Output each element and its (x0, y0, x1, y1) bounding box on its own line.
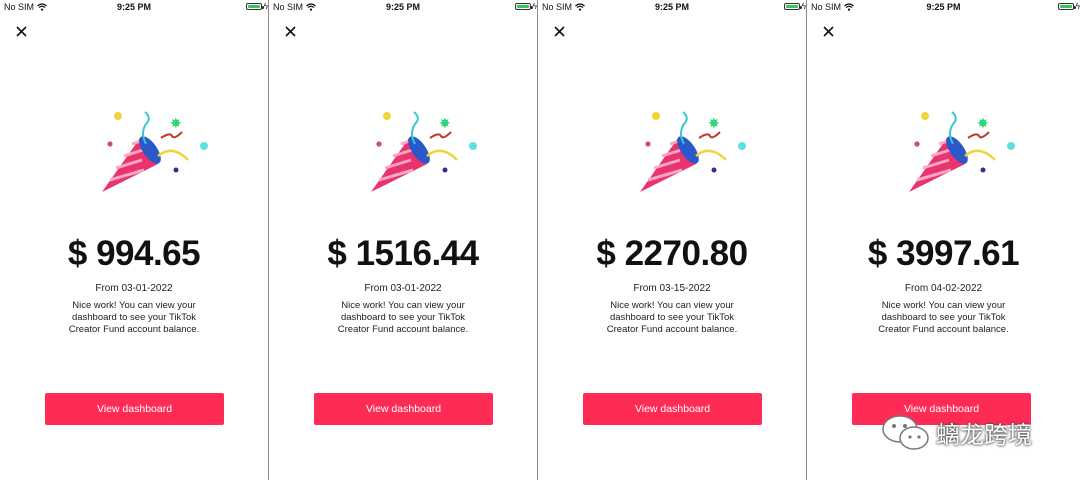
status-time: 9:25 PM (116, 2, 151, 12)
view-dashboard-button[interactable]: View dashboard (583, 393, 762, 425)
party-popper-icon: ✸ (102, 111, 208, 192)
info-message: Nice work! You can view your dashboard t… (878, 300, 1009, 335)
party-popper-icon: ✸ (640, 111, 746, 192)
status-bar: No SIM 9:25 PM ϟ (807, 0, 1080, 14)
watermark: 螭龙跨境 (880, 412, 1032, 452)
wechat-icon (882, 415, 929, 450)
charging-icon: ϟ (263, 2, 268, 11)
amount-value: $ 994.65 (67, 234, 201, 273)
close-button[interactable] (817, 20, 839, 42)
amount-value: $ 2270.80 (596, 234, 748, 273)
info-message: Nice work! You can view your dashboard t… (68, 300, 200, 335)
close-button[interactable] (548, 20, 570, 42)
close-button[interactable] (279, 20, 301, 42)
battery-icon (246, 3, 264, 10)
amount-value: $ 1516.44 (327, 234, 479, 273)
status-bar: No SIM 9:25 PM ϟ (0, 0, 268, 14)
from-date: From 04-02-2022 (904, 283, 983, 294)
close-icon (822, 25, 834, 37)
battery-icon (784, 3, 802, 10)
from-date: From 03-15-2022 (633, 283, 711, 294)
screen-1: No SIM 9:25 PM ϟ ✸ $ 994.65 From 03-01-2… (0, 0, 269, 480)
charging-icon: ϟ (801, 2, 806, 11)
info-message: Nice work! You can view your dashboard t… (606, 300, 738, 335)
charging-icon: ϟ (532, 2, 537, 11)
svg-text:✸: ✸ (708, 116, 720, 132)
from-date: From 03-01-2022 (364, 283, 442, 294)
svg-text:✸: ✸ (439, 116, 451, 132)
close-icon (553, 25, 565, 37)
battery-icon (515, 3, 533, 10)
screen-2: No SIM 9:25 PM ϟ ✸ $ 1516.44 From 03-01-… (269, 0, 538, 480)
close-icon (284, 25, 296, 37)
battery-icon (1058, 3, 1076, 10)
watermark-text: 螭龙跨境 (936, 420, 1032, 449)
screens-row: No SIM 9:25 PM ϟ ✸ $ 994.65 From 03-01-2… (0, 0, 1080, 480)
close-icon (15, 25, 27, 37)
svg-text:✸: ✸ (977, 116, 989, 132)
view-dashboard-button[interactable]: View dashboard (314, 393, 493, 425)
amount-value: $ 3997.61 (867, 234, 1020, 273)
info-message: Nice work! You can view your dashboard t… (337, 300, 469, 335)
party-popper-icon: ✸ (909, 111, 1015, 192)
status-bar: No SIM 9:25 PM ϟ (538, 0, 806, 14)
status-time: 9:25 PM (385, 2, 420, 12)
party-popper-icon: ✸ (371, 111, 477, 192)
status-time: 9:25 PM (926, 2, 961, 12)
close-button[interactable] (10, 20, 32, 42)
status-time: 9:25 PM (654, 2, 689, 12)
screen-4: No SIM 9:25 PM ϟ ✸ $ 3997.61 From 04-02-… (807, 0, 1080, 480)
from-date: From 03-01-2022 (95, 283, 173, 294)
screen-3: No SIM 9:25 PM ϟ ✸ $ 2270.80 From 03-15-… (538, 0, 807, 480)
status-bar: No SIM 9:25 PM ϟ (269, 0, 537, 14)
view-dashboard-button[interactable]: View dashboard (45, 393, 224, 425)
charging-icon: ϟ (1075, 2, 1080, 11)
svg-text:✸: ✸ (170, 116, 182, 132)
